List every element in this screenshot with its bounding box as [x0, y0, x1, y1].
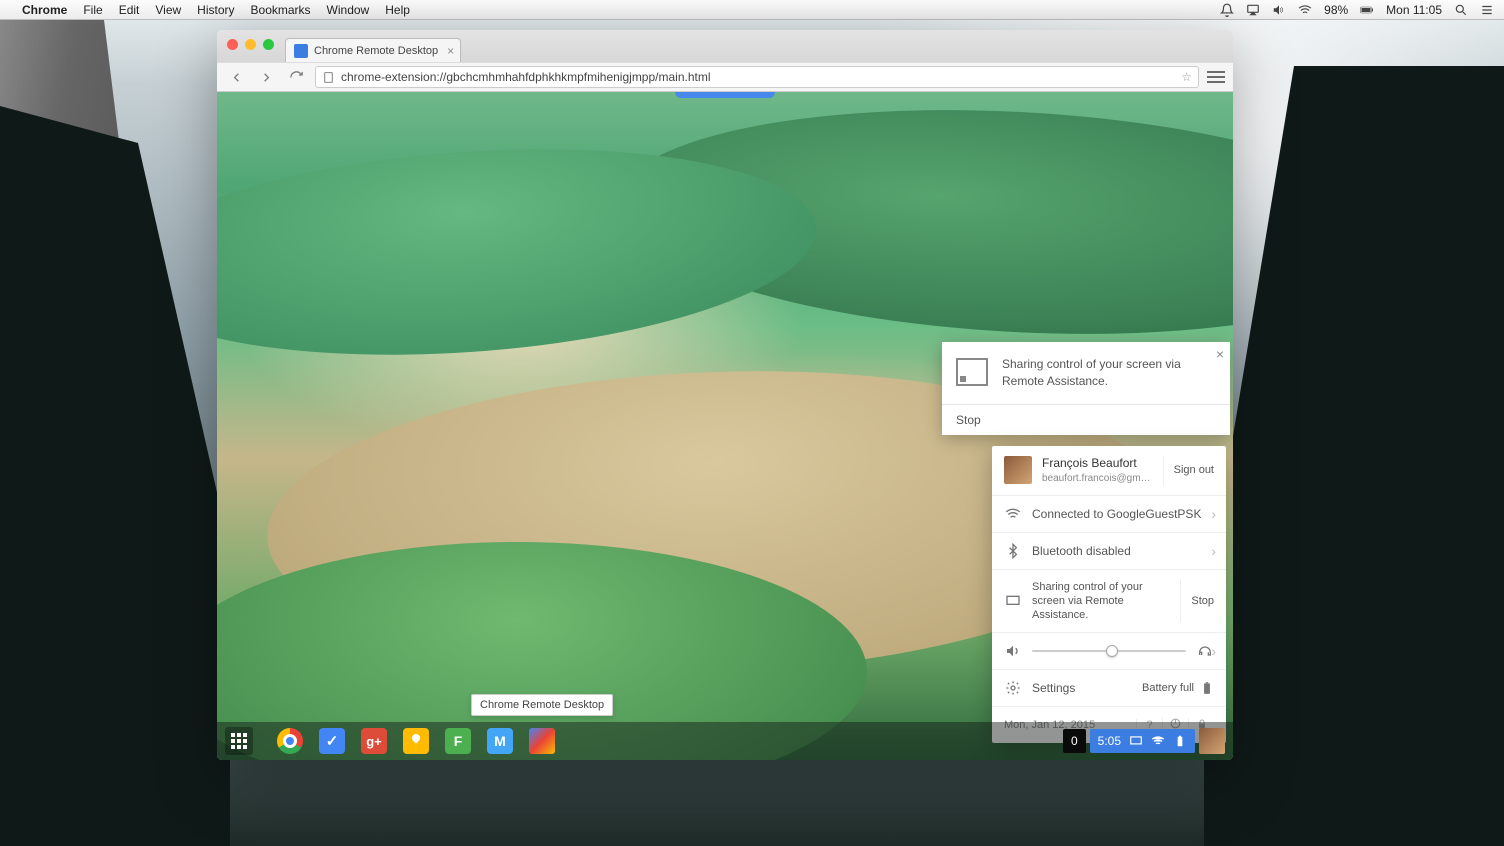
browser-tab[interactable]: Chrome Remote Desktop ×: [285, 38, 461, 62]
close-icon[interactable]: ×: [1216, 346, 1224, 362]
battery-icon: [1200, 681, 1214, 695]
page-icon: [322, 71, 335, 84]
window-close-button[interactable]: [227, 39, 238, 50]
address-bar[interactable]: chrome-extension://gbchcmhmhahfdphkhkmpf…: [315, 66, 1199, 88]
battery-icon: [1173, 734, 1187, 748]
notification-stop-button[interactable]: Stop: [942, 404, 1230, 435]
bluetooth-label: Bluetooth disabled: [1032, 544, 1131, 558]
volume-slider[interactable]: [1032, 650, 1186, 652]
screen-share-icon: [1129, 734, 1143, 748]
wifi-icon[interactable]: [1298, 3, 1312, 17]
shelf-avatar[interactable]: [1199, 728, 1225, 754]
chromeos-shelf: g+ F M 0 5:05: [217, 722, 1233, 760]
shelf-app-inbox[interactable]: [319, 728, 345, 754]
bookmark-star-icon[interactable]: ☆: [1181, 70, 1192, 84]
shelf-app-m[interactable]: M: [487, 728, 513, 754]
menu-app[interactable]: Chrome: [22, 3, 67, 17]
menu-edit[interactable]: Edit: [119, 3, 140, 17]
chrome-menu-button[interactable]: [1207, 71, 1225, 83]
shelf-app-google-plus[interactable]: g+: [361, 728, 387, 754]
screen-share-icon: [956, 358, 988, 386]
airplay-icon[interactable]: [1246, 3, 1260, 17]
chevron-right-icon[interactable]: ›: [1211, 643, 1216, 659]
menu-bookmarks[interactable]: Bookmarks: [251, 3, 311, 17]
url-text: chrome-extension://gbchcmhmhahfdphkhkmpf…: [341, 70, 711, 84]
reload-button[interactable]: [285, 70, 307, 85]
user-email: beaufort.francois@gmail.c...: [1042, 472, 1153, 485]
notification-center-icon[interactable]: [1220, 3, 1234, 17]
system-tray[interactable]: 5:05: [1090, 729, 1195, 753]
remote-toolbar-handle[interactable]: [675, 92, 775, 98]
forward-button[interactable]: [255, 70, 277, 85]
app-tooltip: Chrome Remote Desktop: [471, 694, 613, 716]
chevron-right-icon: ›: [1211, 543, 1216, 559]
shelf-app-chrome-remote-desktop[interactable]: [529, 728, 555, 754]
tab-close-icon[interactable]: ×: [447, 44, 454, 58]
apps-grid-icon: [231, 733, 247, 749]
launcher-button[interactable]: [225, 727, 253, 755]
spotlight-icon[interactable]: [1454, 3, 1468, 17]
shelf-app-keep[interactable]: [403, 728, 429, 754]
battery-percent[interactable]: 98%: [1324, 3, 1348, 17]
screen-share-icon: [1004, 593, 1022, 609]
menu-view[interactable]: View: [155, 3, 181, 17]
bluetooth-icon: [1004, 543, 1022, 559]
notification-text: Sharing control of your screen via Remot…: [1002, 356, 1202, 390]
clock[interactable]: Mon 11:05: [1386, 3, 1442, 17]
menu-help[interactable]: Help: [385, 3, 410, 17]
tray-time: 5:05: [1098, 734, 1121, 748]
bluetooth-row[interactable]: Bluetooth disabled ›: [992, 533, 1226, 570]
wifi-label: Connected to GoogleGuestPSK: [1032, 507, 1201, 521]
user-name: François Beaufort: [1042, 456, 1153, 472]
sharing-stop-button[interactable]: Stop: [1180, 580, 1214, 623]
battery-label: Battery full: [1142, 682, 1194, 694]
volume-icon[interactable]: [1272, 3, 1286, 17]
window-minimize-button[interactable]: [245, 39, 256, 50]
tab-favicon: [294, 44, 308, 58]
menu-file[interactable]: File: [83, 3, 102, 17]
shelf-app-chrome[interactable]: [277, 728, 303, 754]
notification-count-badge[interactable]: 0: [1063, 729, 1086, 753]
wifi-icon: [1004, 506, 1022, 522]
volume-icon: [1004, 643, 1022, 659]
chrome-window: Chrome Remote Desktop × chrome-extension…: [217, 30, 1233, 760]
tab-strip: Chrome Remote Desktop ×: [217, 30, 1233, 62]
tab-title: Chrome Remote Desktop: [314, 45, 438, 57]
avatar: [1004, 456, 1032, 484]
settings-label[interactable]: Settings: [1032, 681, 1075, 695]
chevron-right-icon: ›: [1211, 506, 1216, 522]
window-zoom-button[interactable]: [263, 39, 274, 50]
back-button[interactable]: [225, 70, 247, 85]
sharing-notification: × Sharing control of your screen via Rem…: [942, 342, 1230, 435]
remote-desktop-viewport[interactable]: × Sharing control of your screen via Rem…: [217, 92, 1233, 760]
gear-icon[interactable]: [1004, 680, 1022, 696]
menu-extras-icon[interactable]: [1480, 3, 1494, 17]
battery-icon: [1360, 3, 1374, 17]
shelf-app-f[interactable]: F: [445, 728, 471, 754]
menu-window[interactable]: Window: [327, 3, 370, 17]
browser-toolbar: chrome-extension://gbchcmhmhahfdphkhkmpf…: [217, 62, 1233, 92]
sign-out-button[interactable]: Sign out: [1163, 456, 1214, 485]
wifi-row[interactable]: Connected to GoogleGuestPSK ›: [992, 496, 1226, 533]
sharing-label: Sharing control of your screen via Remot…: [1032, 580, 1170, 623]
mac-menubar: Chrome File Edit View History Bookmarks …: [0, 0, 1504, 20]
system-status-popup: François Beaufort beaufort.francois@gmai…: [992, 446, 1226, 743]
menu-history[interactable]: History: [197, 3, 234, 17]
wifi-icon: [1151, 734, 1165, 748]
